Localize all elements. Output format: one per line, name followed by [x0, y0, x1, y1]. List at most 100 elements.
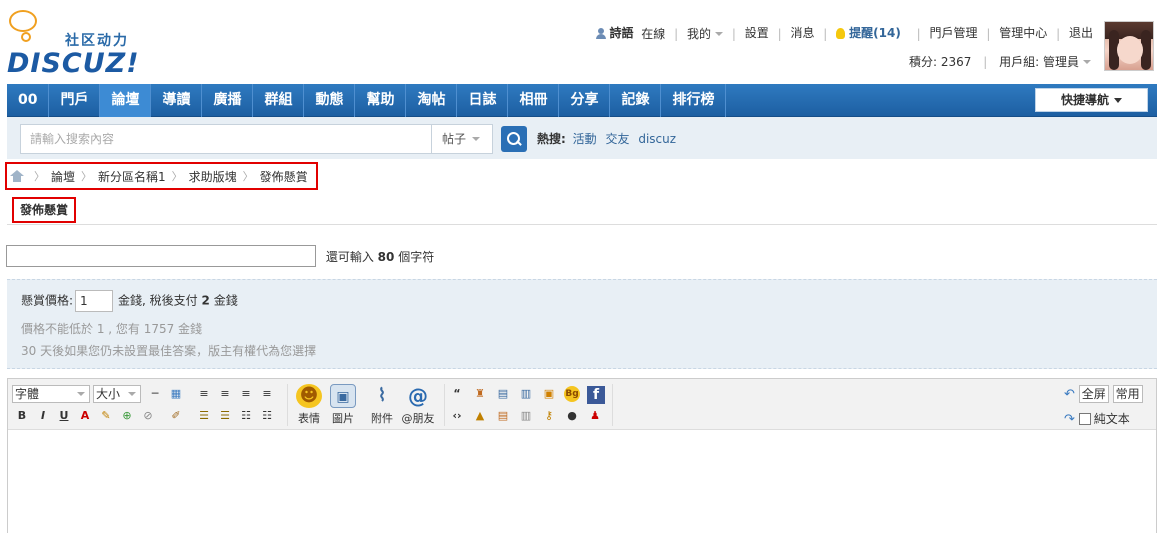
messages-link[interactable]: 消息	[790, 26, 814, 40]
align-right-icon[interactable]: ≡	[238, 386, 254, 402]
hide-content-icon[interactable]: ♜	[472, 386, 488, 402]
avatar-face	[1117, 36, 1143, 64]
hot-term[interactable]: 交友	[605, 132, 629, 146]
search-type-select[interactable]: 帖子	[431, 124, 493, 154]
size-select[interactable]: 大小	[93, 385, 141, 403]
toolbar-divider	[612, 384, 613, 426]
image-button[interactable]: ▣ 圖片	[326, 384, 360, 426]
background-music-icon[interactable]: Bg	[564, 386, 580, 402]
undo-icon[interactable]: ↶	[1064, 387, 1075, 402]
page-break-icon[interactable]: ▥	[518, 386, 534, 402]
nav-item-blog[interactable]: 日誌	[457, 84, 509, 117]
editor-right-tools: ↶ 全屏 常用 ↷ 純文本	[1064, 385, 1150, 432]
at-friend-button[interactable]: @ @朋友	[401, 384, 435, 426]
site-logo[interactable]: 社区动力 DISCUZ!	[7, 8, 147, 79]
bold-icon[interactable]: B	[14, 408, 30, 424]
divider: |	[916, 26, 921, 41]
reward-after-price: 金錢, 稅後支付	[118, 293, 198, 308]
align-center-icon[interactable]: ≡	[217, 386, 233, 402]
avatar[interactable]	[1104, 21, 1154, 71]
quick-nav-button[interactable]: 快捷導航	[1035, 88, 1148, 112]
admin-center-link[interactable]: 管理中心	[999, 26, 1047, 40]
nav-item-groups[interactable]: 群組	[253, 84, 305, 117]
underline-icon[interactable]: U	[56, 408, 72, 424]
nav-item-00[interactable]: 00	[7, 84, 50, 117]
logout-link[interactable]: 退出	[1069, 26, 1093, 40]
credits[interactable]: 積分: 2367	[909, 55, 971, 69]
mine-label: 我的	[687, 27, 712, 41]
portal-manage-link[interactable]: 門戶管理	[930, 26, 978, 40]
download-icon[interactable]: ▤	[495, 408, 511, 424]
main-nav: 00 門戶 論壇 導讀 廣播 群組 動態 幫助 淘帖 日誌 相冊 分享 記錄 排…	[7, 84, 1157, 117]
editor-toolbar: 字體 大小 ─ ▦ ≡ ≡ ≡ ≡ B I U A ✎ ⊕ ⊘ ✐ ☰ ☰ ☷ …	[8, 379, 1156, 430]
font-color-icon[interactable]: A	[77, 408, 93, 424]
plaintext-checkbox[interactable]	[1078, 413, 1091, 425]
lock-icon[interactable]: ▲	[472, 408, 488, 424]
media-icon[interactable]: ●	[564, 408, 580, 424]
nav-item-forum[interactable]: 論壇	[100, 84, 152, 117]
italic-icon[interactable]: I	[35, 408, 51, 424]
nav-item-help[interactable]: 幫助	[355, 84, 407, 117]
nav-item-guide[interactable]: 導讀	[151, 84, 203, 117]
home-icon[interactable]	[10, 170, 24, 182]
editor-textarea[interactable]	[8, 431, 1156, 534]
unordered-list-icon[interactable]: ☷	[259, 408, 275, 424]
quote-icon[interactable]: “	[449, 386, 465, 402]
qq-icon[interactable]: ♟	[587, 408, 603, 424]
at-friend-label: @朋友	[401, 412, 435, 425]
ordered-list-icon[interactable]: ☷	[238, 408, 254, 424]
nav-item-records[interactable]: 記錄	[610, 84, 662, 117]
tab-post-reward[interactable]: 發佈懸賞	[12, 197, 77, 223]
breadcrumb-item[interactable]: 論壇	[51, 168, 75, 185]
nav-item-feed[interactable]: 動態	[304, 84, 356, 117]
align-left-icon[interactable]: ≡	[196, 386, 212, 402]
image-icon: ▣	[330, 384, 356, 408]
common-button[interactable]: 常用	[1112, 385, 1143, 403]
hot-term[interactable]: 活動	[573, 132, 597, 146]
float-right-icon[interactable]: ☰	[217, 408, 233, 424]
table-icon[interactable]: ▦	[168, 386, 184, 402]
nav-item-broadcast[interactable]: 廣播	[202, 84, 254, 117]
nav-item-collection[interactable]: 淘帖	[406, 84, 458, 117]
search-button[interactable]	[501, 126, 527, 152]
subject-input[interactable]	[6, 245, 316, 267]
fullscreen-button[interactable]: 全屏	[1078, 385, 1109, 403]
unlink-icon[interactable]: ⊘	[140, 408, 156, 424]
nav-item-portal[interactable]: 門戶	[49, 84, 101, 117]
redo-icon[interactable]: ↷	[1064, 412, 1075, 427]
search-input[interactable]: 請輸入搜索內容	[20, 124, 432, 154]
flash-icon[interactable]: ▣	[541, 386, 557, 402]
free-content-icon[interactable]: ▤	[495, 386, 511, 402]
nav-item-album[interactable]: 相冊	[508, 84, 560, 117]
float-left-icon[interactable]: ☰	[196, 408, 212, 424]
hot-term[interactable]: discuz	[638, 132, 676, 146]
emoji-button[interactable]: ☻ 表情	[292, 384, 326, 426]
code-icon[interactable]: ‹›	[449, 408, 465, 424]
align-justify-icon[interactable]: ≡	[259, 386, 275, 402]
horizontal-rule-icon[interactable]: ─	[147, 386, 163, 402]
divider: |	[986, 26, 991, 41]
tab-divider	[7, 224, 1157, 225]
clear-format-icon[interactable]: ✐	[168, 408, 184, 424]
spellcheck-icon[interactable]: ✎	[98, 408, 114, 424]
facebook-icon[interactable]: f	[587, 386, 605, 404]
breadcrumb-item[interactable]: 求助版塊	[189, 168, 237, 185]
hot-search: 熱搜: 活動 交友 discuz	[537, 130, 681, 147]
attach-button[interactable]: ⌇ 附件	[365, 384, 399, 426]
breadcrumb-item[interactable]: 新分區名稱1	[98, 168, 166, 185]
nav-item-ranking[interactable]: 排行榜	[661, 84, 727, 117]
remind-link[interactable]: 提醒(14)	[849, 26, 901, 40]
reward-price-input[interactable]: 1	[75, 290, 114, 312]
key-icon[interactable]: ⚷	[541, 408, 557, 424]
page-icon[interactable]: ▥	[518, 408, 534, 424]
font-select[interactable]: 字體	[12, 385, 90, 403]
nav-item-share[interactable]: 分享	[559, 84, 611, 117]
search-type-value: 帖子	[442, 132, 467, 146]
char-remaining-count: 80	[377, 249, 395, 264]
user-group-menu[interactable]: 用戶組: 管理員	[999, 55, 1091, 69]
online-status[interactable]: 在線	[641, 25, 665, 42]
username-link[interactable]: 詩語	[609, 26, 633, 40]
mine-menu[interactable]: 我的	[687, 26, 724, 41]
link-icon[interactable]: ⊕	[119, 408, 135, 424]
settings-link[interactable]: 設置	[745, 26, 769, 40]
